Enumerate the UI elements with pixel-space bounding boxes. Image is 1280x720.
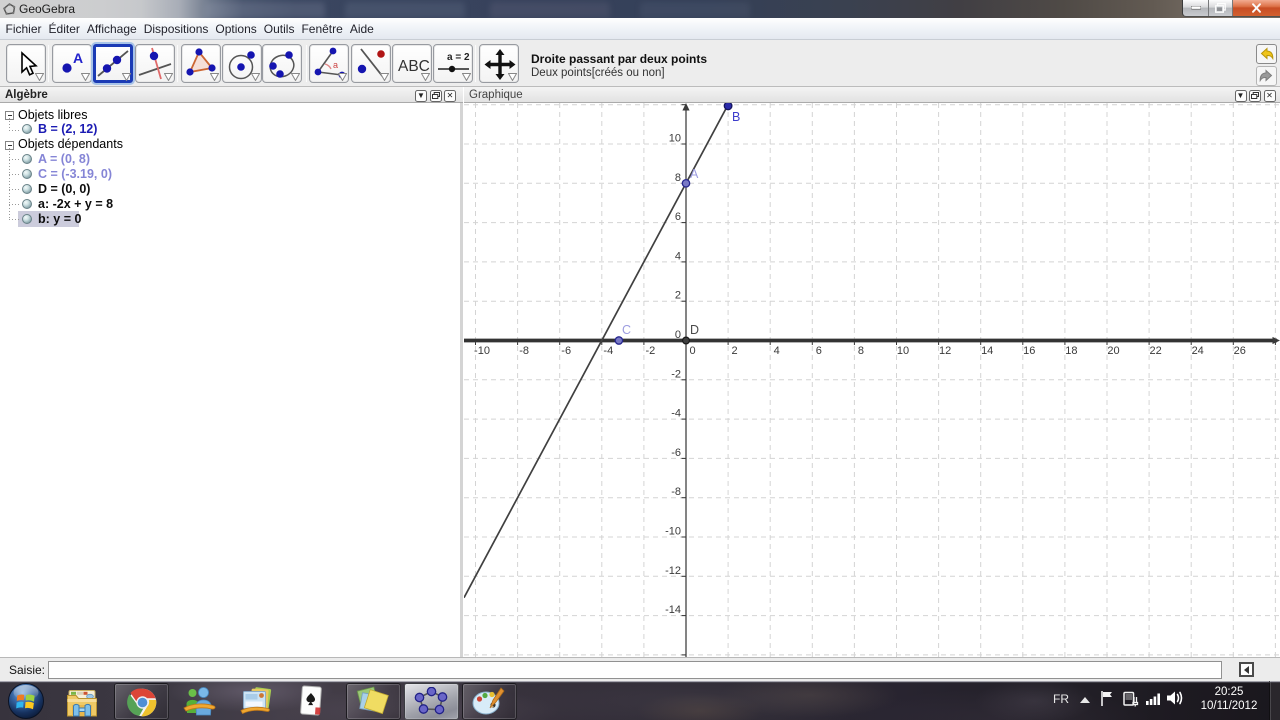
svg-text:-2: -2 — [671, 368, 681, 380]
svg-text:A: A — [73, 50, 83, 66]
svg-text:-2: -2 — [646, 345, 656, 357]
svg-text:18: 18 — [1065, 345, 1077, 357]
svg-text:4: 4 — [675, 250, 681, 262]
svg-text:8: 8 — [858, 345, 864, 357]
svg-text:24: 24 — [1192, 345, 1204, 357]
svg-text:C: C — [622, 323, 631, 337]
svg-text:0: 0 — [689, 345, 695, 357]
svg-text:D: D — [690, 323, 699, 337]
svg-text:6: 6 — [816, 345, 822, 357]
svg-text:-4: -4 — [603, 345, 613, 357]
svg-text:4: 4 — [774, 345, 780, 357]
svg-text:A: A — [690, 167, 699, 181]
svg-text:10: 10 — [897, 345, 909, 357]
svg-text:B: B — [732, 110, 740, 124]
svg-text:20: 20 — [1107, 345, 1119, 357]
svg-text:8: 8 — [675, 172, 681, 184]
svg-text:-8: -8 — [671, 486, 681, 498]
svg-text:12: 12 — [939, 345, 951, 357]
svg-text:a = 2: a = 2 — [447, 52, 470, 63]
svg-text:14: 14 — [981, 345, 993, 357]
svg-text:2: 2 — [732, 345, 738, 357]
svg-text:-12: -12 — [665, 565, 681, 577]
svg-text:22: 22 — [1149, 345, 1161, 357]
svg-text:-10: -10 — [665, 526, 681, 538]
svg-text:6: 6 — [675, 211, 681, 223]
svg-text:-4: -4 — [671, 408, 681, 420]
svg-text:-8: -8 — [519, 345, 529, 357]
svg-text:0: 0 — [675, 329, 681, 341]
svg-text:-14: -14 — [665, 604, 681, 616]
svg-text:10: 10 — [669, 133, 681, 145]
svg-text:2: 2 — [675, 290, 681, 302]
svg-text:-6: -6 — [561, 345, 571, 357]
svg-text:26: 26 — [1234, 345, 1246, 357]
svg-text:-10: -10 — [474, 345, 490, 357]
svg-text:-6: -6 — [671, 447, 681, 459]
svg-text:16: 16 — [1023, 345, 1035, 357]
svg-text:a: a — [333, 60, 338, 70]
